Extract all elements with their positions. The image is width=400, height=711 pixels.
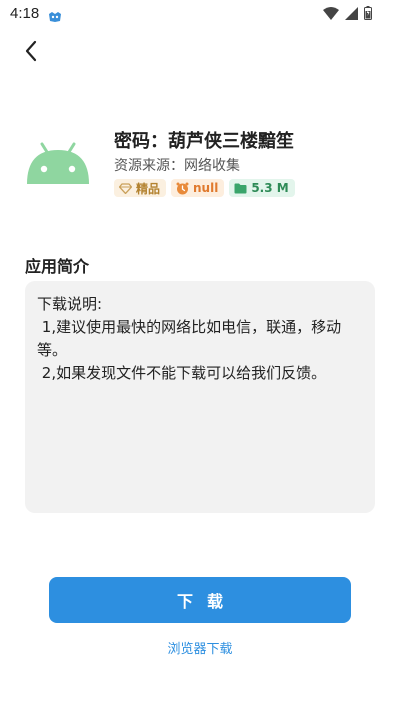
quality-badge: 精品: [114, 179, 167, 197]
clock-icon: [176, 182, 189, 195]
diamond-icon: [119, 182, 132, 194]
status-time: 4:18: [10, 5, 40, 22]
app-title: 密码：葫芦侠三楼黯笙: [114, 131, 294, 152]
browser-download-link[interactable]: 浏览器下载: [0, 638, 400, 657]
folder-icon: [234, 183, 247, 194]
intro-description: 下载说明: 1,建议使用最快的网络比如电信，联通，移动等。 2,如果发现文件不能…: [25, 281, 375, 513]
signal-icon: [345, 6, 358, 20]
size-badge-label: 5.3 M: [251, 181, 289, 195]
version-badge-label: null: [193, 181, 219, 195]
wifi-icon: [323, 6, 339, 20]
size-badge: 5.3 M: [229, 179, 295, 197]
battery-icon: [364, 6, 372, 20]
chevron-left-icon: [24, 40, 38, 66]
back-button[interactable]: [18, 40, 44, 66]
app-notification-icon: [48, 8, 62, 22]
status-bar: 4:18: [0, 0, 400, 28]
android-icon: [26, 142, 90, 184]
intro-section-title: 应用简介: [25, 257, 90, 276]
download-button[interactable]: 下载: [49, 577, 351, 623]
badge-row: 精品 null 5.3 M: [114, 179, 295, 197]
version-badge: null: [171, 179, 225, 197]
app-source: 资源来源：网络收集: [114, 158, 240, 174]
status-icons: [323, 6, 372, 20]
quality-badge-label: 精品: [136, 181, 161, 196]
